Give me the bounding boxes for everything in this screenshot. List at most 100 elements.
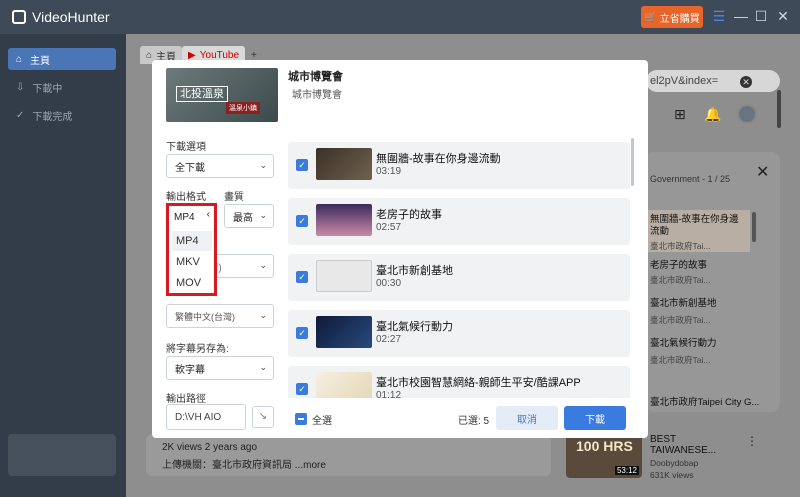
download-option-value: 全下載 [175,162,205,174]
video-duration: 02:57 [376,222,402,233]
dialog-title: 城市博覽會 [288,71,343,83]
cancel-button[interactable]: 取消 [496,406,558,430]
subtitle-language-value: 繁體中文(台灣) [175,311,235,322]
video-checkbox[interactable]: ✓ [296,383,308,395]
recommended-thumbnail: 100 HRS 53:12 [566,434,642,478]
subtitle-language-select[interactable]: 繁體中文(台灣) ⌄ [166,304,274,328]
page-scrollbar[interactable] [777,90,781,128]
address-close-icon[interactable]: ✕ [740,76,752,88]
chevron-down-icon: ⌄ [259,160,267,170]
video-title: 無圍牆-故事在你身邊流動 [376,153,501,165]
minimize-icon[interactable]: — [734,9,748,23]
output-path-input[interactable]: D:\VH AIO [166,404,246,430]
cancel-label: 取消 [517,414,537,426]
output-path-label: 輸出路徑 [166,394,206,405]
thumbnail-text: 北投溫泉 [176,86,228,102]
output-path-value: D:\VH AIO [175,411,222,423]
sidebar-item-finished[interactable]: ✓ 下載完成 [8,104,116,126]
playlist-item-channel: 臺北市政府Tai... [650,315,711,325]
sidebar-promo [8,434,116,476]
close-playlist-icon[interactable]: ✕ [756,162,769,182]
recommended-title: BEST TAIWANESE... [650,434,717,456]
sidebar-item-downloading[interactable]: ⇩ 下載中 [8,76,116,98]
video-checkbox[interactable]: ✓ [296,271,308,283]
more-vert-icon[interactable]: ⋮ [746,434,758,448]
recommended-channel: Doobydobap [650,458,699,468]
video-title: 臺北市新創基地 [376,265,453,277]
video-duration: 03:19 [376,166,402,177]
video-duration: 01:12 [376,390,402,398]
menu-icon[interactable]: ☰ [712,9,726,23]
playlist-item-channel: 臺北市政府Tai... [650,275,711,285]
avatar[interactable] [737,104,757,124]
list-item[interactable]: ✓ 臺北市新創基地 00:30 [288,254,630,301]
playlist-item-title[interactable]: 無圍牆-故事在你身邊流動 [650,214,740,238]
app-logo-icon [12,10,26,24]
tab-label: YouTube [199,49,240,61]
address-bar[interactable]: el2pV&index= [646,70,780,92]
thumbnail-subtext: 溫泉小鎮 [226,102,260,114]
save-subtitle-select[interactable]: 軟字幕 ⌄ [166,356,274,380]
maximize-icon[interactable]: ☐ [754,9,768,23]
app-logo: VideoHunter [12,9,110,25]
video-info-box: 2K views 2 years ago 上傳機關：臺北市政府資訊局 ...mo… [146,434,551,476]
format-option-mp4[interactable]: MP4 [172,231,212,251]
recommended-views: 631K views [650,470,694,480]
download-button[interactable]: 下載 [564,406,626,430]
video-checkbox[interactable]: ✓ [296,215,308,227]
format-dropdown-current[interactable]: MP4 ‹ [170,206,213,228]
playlist-item-title[interactable]: 老房子的故事 [650,260,707,272]
video-checkbox[interactable]: ✓ [296,327,308,339]
list-item[interactable]: ✓ 老房子的故事 02:57 [288,198,630,245]
video-thumbnail [316,316,372,348]
video-list: ✓ 無圍牆-故事在你身邊流動 03:19 ✓ 老房子的故事 02:57 ✓ 臺北… [288,142,632,398]
list-item[interactable]: ✓ 臺北氣候行動力 02:27 [288,310,630,357]
format-dropdown: MP4 ‹ MP4 MKV MOV [166,203,217,296]
download-icon: ⇩ [16,81,25,93]
recommended-video[interactable]: 100 HRS 53:12 BEST TAIWANESE... Doobydob… [566,434,766,494]
cart-icon: 🛒 [644,11,657,23]
buy-button[interactable]: 🛒 立省購買 [641,6,703,28]
select-all-checkbox[interactable] [295,413,307,425]
select-all-label[interactable]: 全選 [312,412,332,427]
sidebar-item-home[interactable]: ⌂ 主頁 [8,48,116,70]
chevron-down-icon: ⌄ [259,362,267,372]
browse-folder-button[interactable]: ↘ [252,406,274,428]
video-thumbnail [316,260,372,292]
playlist-scrollbar[interactable] [752,212,756,242]
new-tab-label: + [251,49,257,61]
video-title: 臺北氣候行動力 [376,321,453,333]
format-option-mkv[interactable]: MKV [172,252,212,272]
video-duration: 00:30 [376,278,402,289]
playlist-item-title[interactable]: 臺北氣候行動力 [650,338,717,350]
list-item[interactable]: ✓ 無圍牆-故事在你身邊流動 03:19 [288,142,630,189]
video-title: 老房子的故事 [376,209,442,221]
quality-select[interactable]: 最高 ⌄ [224,204,274,228]
video-description[interactable]: 上傳機關：臺北市政府資訊局 ...more [162,456,326,471]
playlist-item-channel: 臺北市政府Tai... [650,355,711,365]
download-option-select[interactable]: 全下載 ⌄ [166,154,274,178]
home-icon: ⌂ [16,53,23,65]
playlist-item-channel: 臺北市政府Tai... [650,241,711,251]
list-item[interactable]: ✓ 臺北市校園智慧網絡-親師生平安/酷課APP 01:12 [288,366,630,398]
buy-label: 立省購買 [659,13,700,25]
selected-count: 已選: 5 [458,416,490,427]
playlist-item-title[interactable]: 臺北市新創基地 [650,298,717,310]
video-thumbnail [316,148,372,180]
format-dropdown-value: MP4 [174,211,195,223]
title-bar: VideoHunter 🛒 立省購買 ☰ — ☐ ✕ [0,0,800,34]
video-thumbnail [316,372,372,398]
video-title: 臺北市校園智慧網絡-親師生平安/酷課APP [376,377,581,389]
sidebar: ⌂ 主頁 ⇩ 下載中 ✓ 下載完成 [0,34,126,497]
create-video-icon[interactable]: ⊞ [674,106,686,123]
close-icon[interactable]: ✕ [776,9,790,23]
chevron-left-icon: ‹ [206,209,210,220]
video-meta: 2K views 2 years ago [162,442,258,453]
playlist-panel: ✕ Government - 1 / 25 無圍牆-故事在你身邊流動 臺北市政府… [646,152,780,412]
bell-icon[interactable]: 🔔 [704,106,721,123]
video-list-scrollbar[interactable] [631,138,634,186]
sidebar-item-label: 下載中 [32,83,63,95]
save-subtitle-value: 軟字幕 [175,364,205,376]
video-checkbox[interactable]: ✓ [296,159,308,171]
format-option-mov[interactable]: MOV [172,273,212,293]
